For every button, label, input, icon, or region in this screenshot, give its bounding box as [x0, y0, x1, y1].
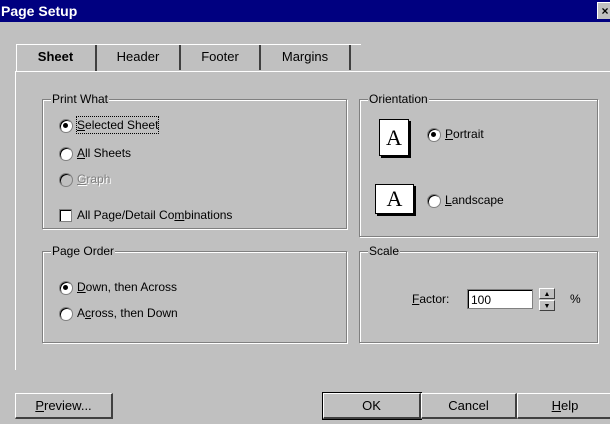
landscape-page-icon: A [375, 184, 414, 214]
title-bar: Page Setup × [0, 0, 610, 22]
tab-strip-top [16, 44, 361, 45]
landscape-label: Landscape [445, 193, 504, 207]
orientation-group: Orientation A Portrait A Landscape [359, 92, 598, 237]
close-button[interactable]: × [597, 2, 610, 19]
tab-footer[interactable]: Footer [181, 44, 261, 70]
spin-down-button[interactable]: ▼ [539, 300, 555, 311]
tab-sheet[interactable]: Sheet [16, 44, 97, 71]
ok-button[interactable]: OK [322, 392, 422, 420]
across-then-down-radio-dot [59, 307, 73, 321]
percent-unit: % [570, 292, 581, 306]
portrait-page-icon: A [379, 119, 409, 156]
page-order-group: Page Order Down, then Across Across, the… [42, 244, 347, 343]
down-then-across-radio-dot [59, 281, 73, 295]
cancel-button[interactable]: Cancel [421, 393, 517, 419]
tab-header[interactable]: Header [97, 44, 181, 70]
landscape-radio-dot [427, 194, 441, 208]
scale-factor-input[interactable]: 100 [467, 289, 533, 309]
print-what-group: Print What Selected Sheet All Sheets Gra… [42, 92, 347, 229]
help-button[interactable]: Help [517, 393, 610, 419]
print-what-label: Print What [51, 92, 110, 106]
spin-up-button[interactable]: ▲ [539, 288, 555, 299]
all-sheets-radio-dot [59, 147, 73, 161]
selected-sheet-label: Selected Sheet [75, 116, 160, 134]
factor-label: Factor: [412, 292, 450, 306]
all-page-detail-checkbox-box [59, 209, 72, 222]
page-order-label: Page Order [51, 244, 116, 258]
tab-header-label: Header [116, 49, 160, 64]
window-title: Page Setup [1, 3, 78, 19]
graph-label: Graph [77, 172, 111, 186]
down-then-across-label: Down, then Across [77, 280, 178, 294]
tab-footer-label: Footer [201, 49, 239, 64]
across-then-down-label: Across, then Down [77, 306, 178, 320]
tab-margins[interactable]: Margins [261, 44, 351, 70]
preview-button[interactable]: Preview... [15, 393, 113, 419]
tab-strip-edge [16, 44, 17, 72]
orientation-label: Orientation [368, 92, 429, 106]
scale-factor-spinner: ▲ ▼ [539, 288, 556, 312]
selected-sheet-radio-dot [59, 119, 73, 133]
all-page-detail-label: All Page/Detail Combinations [77, 208, 233, 222]
tab-sheet-label: Sheet [37, 49, 74, 64]
portrait-label: Portrait [445, 127, 484, 141]
tab-margins-label: Margins [281, 49, 329, 64]
graph-radio-dot [59, 173, 73, 187]
scale-label: Scale [368, 244, 401, 258]
all-sheets-label: All Sheets [77, 146, 132, 160]
portrait-radio-dot [427, 128, 441, 142]
